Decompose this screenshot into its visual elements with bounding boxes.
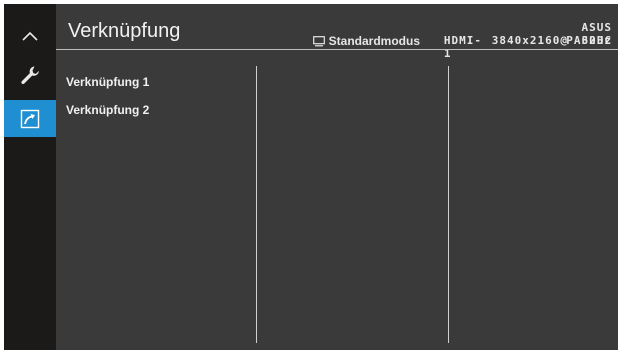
sidebar-item-shortcut[interactable] [4,100,56,137]
shortcut-list: Verknüpfung 1 Verknüpfung 2 [66,74,149,130]
column-divider [448,66,449,343]
resolution: 3840x2160@ [491,34,568,47]
osd-menu: Verknüpfung Standardmodus HDMI-1 ASUS PA… [4,4,618,350]
sidebar [4,4,56,350]
main-panel: Verknüpfung Standardmodus HDMI-1 ASUS PA… [56,4,618,350]
monitor-icon [312,35,325,46]
mode-label: Standardmodus [328,34,420,48]
sidebar-item-up[interactable] [4,18,56,54]
input-source: HDMI-1 [443,34,482,60]
mode-indicator: Standardmodus [312,34,420,48]
column-divider [256,66,257,343]
menu-item-shortcut-2[interactable]: Verknüpfung 2 [66,102,149,130]
page-title: Verknüpfung [68,20,181,42]
refresh-rate: 60Hz [581,34,612,47]
wrench-icon [21,66,39,85]
header-divider [56,49,618,50]
menu-item-shortcut-1[interactable]: Verknüpfung 1 [66,74,149,102]
shortcut-arrow-icon [20,109,40,128]
chevron-up-icon [22,31,38,41]
sidebar-item-settings[interactable] [4,57,56,93]
